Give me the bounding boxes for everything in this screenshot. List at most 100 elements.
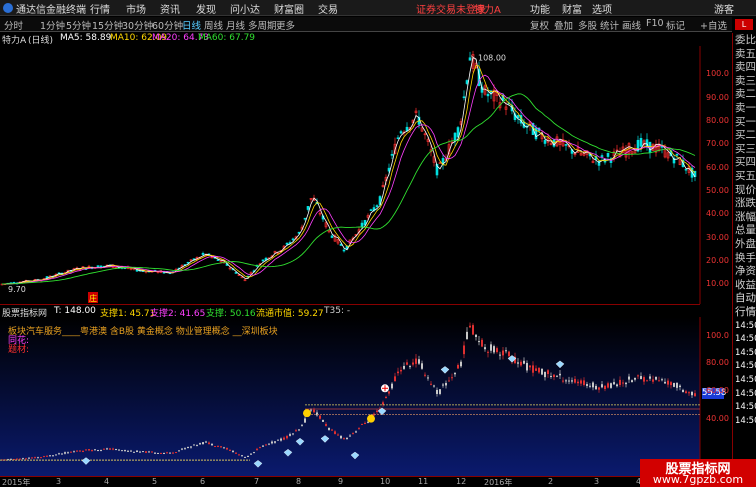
period-tab[interactable]: 5分钟 (66, 18, 91, 32)
period-tab[interactable]: 月线 (226, 18, 245, 32)
side-panel-item[interactable]: 14:50 (735, 320, 756, 333)
toolbar-button[interactable]: 复权 (530, 18, 549, 32)
menu-ask[interactable]: 问小达 (230, 1, 260, 16)
side-panel-item[interactable]: 卖一 (735, 102, 756, 115)
toolbar-button[interactable]: 统计 (600, 18, 619, 32)
side-panel-item[interactable]: 总量 (735, 224, 756, 237)
indicator-candle-body (304, 418, 306, 423)
side-panel-item[interactable]: 涨跌 (735, 197, 756, 210)
date-tick-label: 4 (104, 477, 110, 486)
indicator-candle-body (421, 363, 423, 369)
side-panel-item[interactable]: 换手 (735, 252, 756, 265)
side-panel-item[interactable]: 14:50 (735, 374, 756, 387)
current-stock: 特力A (474, 5, 501, 16)
toolbar-button[interactable]: 标记 (666, 18, 685, 32)
indicator-candle-body (31, 457, 33, 459)
side-panel-item[interactable]: 收益 (735, 279, 756, 292)
menu-news[interactable]: 资讯 (160, 1, 180, 16)
user-label[interactable]: 游客 (714, 1, 734, 16)
indicator-candle-body (589, 385, 591, 387)
indicator-candle-body (253, 452, 255, 454)
date-tick-label: 3 (56, 477, 62, 486)
side-panel-item[interactable]: 14:50 (735, 401, 756, 414)
candle-body (342, 249, 346, 252)
indicator-candle-body (499, 354, 501, 356)
indicator-candle-body (484, 347, 486, 350)
side-panel-item[interactable]: 14:50 (735, 360, 756, 373)
menu-wealth[interactable]: 财富圈 (274, 1, 304, 16)
period-tab[interactable]: 周线 (204, 18, 223, 32)
period-tab[interactable]: 多周期 (248, 18, 277, 32)
indicator-candle-body (649, 376, 651, 379)
side-panel-item[interactable]: 买五 (735, 170, 756, 183)
menu-quotes[interactable]: 行情 (90, 1, 110, 16)
toolbar-button[interactable]: F10 (646, 18, 664, 29)
indicator-candle-body (262, 445, 264, 447)
side-panel-item[interactable]: 委比 (735, 34, 756, 47)
side-panel-item[interactable]: 外盘 (735, 238, 756, 251)
func-button[interactable]: 功能 (530, 1, 550, 16)
indicator-candle-body (250, 453, 252, 455)
indicator-candle-body (340, 435, 342, 439)
ma60-line (1, 93, 696, 285)
menu-market[interactable]: 市场 (126, 1, 146, 16)
indicator-y-tick-label: 100.0 (706, 330, 729, 340)
toolbar-button[interactable]: 多股 (578, 18, 597, 32)
indicator-candle-body (112, 448, 114, 450)
side-panel-item[interactable]: 卖二 (735, 88, 756, 101)
indicator-candle-body (61, 453, 63, 455)
menu-trade[interactable]: 交易 (318, 1, 338, 16)
indicator-candle-body (673, 383, 675, 387)
toolbar-button[interactable]: 叠加 (554, 18, 573, 32)
side-panel-item[interactable]: 行情 (735, 306, 756, 319)
side-panel-item[interactable]: 涨幅 (735, 211, 756, 224)
candle-body (462, 96, 466, 99)
add-favorite-button[interactable]: +自选 (700, 18, 727, 32)
indicator-candle-body (622, 382, 624, 384)
indicator-candle-body (121, 450, 123, 452)
indicator-chart[interactable] (0, 317, 732, 476)
side-panel-item[interactable]: 卖五 (735, 48, 756, 61)
indicator-candle-body (181, 448, 183, 450)
indicator-candle-body (73, 451, 75, 453)
side-panel-item[interactable]: 自动 (735, 292, 756, 305)
side-panel-item[interactable]: 14:50 (735, 347, 756, 360)
indicator-candle-body (172, 452, 174, 454)
period-tab-more[interactable]: 更多 (276, 18, 295, 32)
side-panel-item[interactable]: 买四 (735, 156, 756, 169)
side-panel-item[interactable]: 14:50 (735, 388, 756, 401)
side-panel-item[interactable]: 买二 (735, 129, 756, 142)
candlestick-chart[interactable]: 108.00 9.70 庄 (0, 46, 732, 304)
period-tab[interactable]: 30分钟 (122, 18, 153, 32)
side-panel-item[interactable]: 卖四 (735, 61, 756, 74)
fortune-button[interactable]: 财富 (562, 1, 582, 16)
side-panel-item[interactable]: 现价 (735, 184, 756, 197)
period-tab[interactable]: 60分钟 (152, 18, 183, 32)
toolbar-button[interactable]: 画线 (622, 18, 641, 32)
side-panel-item[interactable]: 买一 (735, 116, 756, 129)
side-panel-item[interactable]: 14:50 (735, 415, 756, 428)
indicator-candle-body (301, 424, 303, 426)
period-tab[interactable]: 1分钟 (40, 18, 65, 32)
indicator-candle-body (520, 361, 522, 366)
side-panel-item[interactable]: 14:50 (735, 333, 756, 346)
period-tab-active[interactable]: 日线 (182, 18, 201, 32)
indicator-candle-body (22, 458, 24, 460)
candle-body (369, 209, 373, 211)
side-panel-item[interactable]: 卖三 (735, 75, 756, 88)
indicator-candle-body (457, 364, 459, 369)
menu-discover[interactable]: 发现 (196, 1, 216, 16)
indicator-candle-body (265, 444, 267, 446)
indicator-candle-body (388, 391, 390, 394)
period-tab[interactable]: 分时 (4, 18, 23, 32)
level-tab[interactable]: L (735, 19, 753, 30)
indicator-candle-body (166, 452, 168, 454)
period-tab[interactable]: 15分钟 (92, 18, 123, 32)
indicator-candle-body (487, 351, 489, 353)
date-tick-label: 10 (380, 477, 391, 486)
side-panel-item[interactable]: 净资 (735, 265, 756, 278)
candle-body (399, 131, 403, 134)
side-panel-item[interactable]: 买三 (735, 143, 756, 156)
indicator-candle-body (76, 450, 78, 452)
options-button[interactable]: 选项 (592, 1, 612, 16)
